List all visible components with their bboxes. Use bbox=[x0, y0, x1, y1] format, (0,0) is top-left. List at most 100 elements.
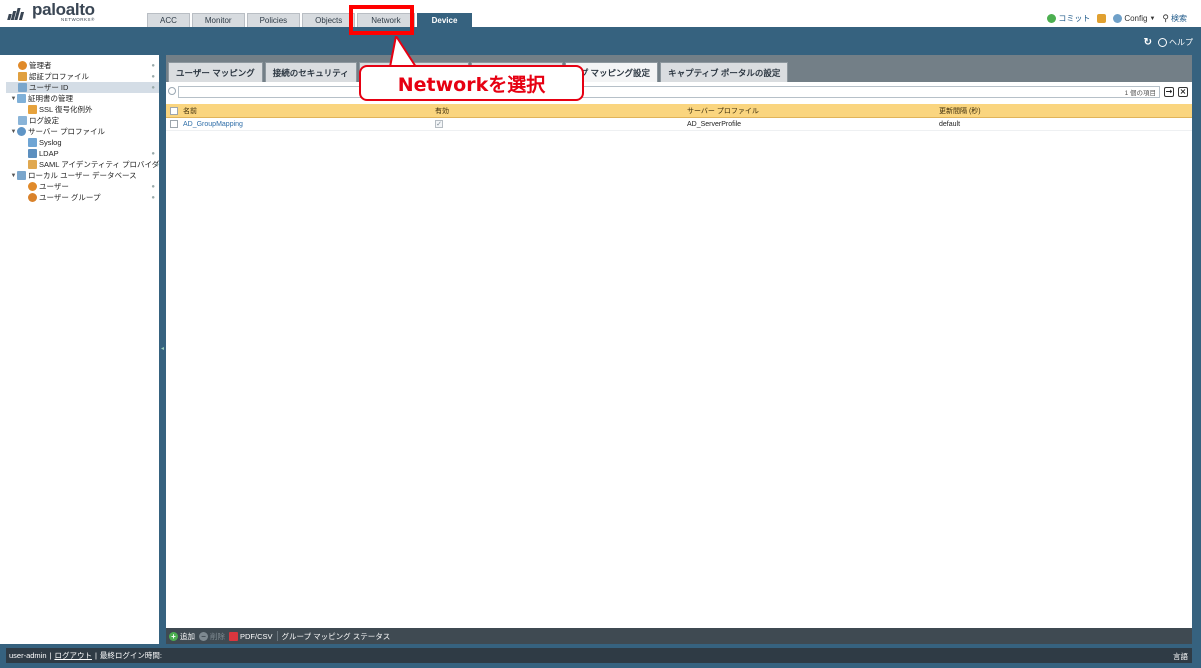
search-icon: ⚲ bbox=[1162, 13, 1169, 23]
current-user: user-admin bbox=[9, 651, 47, 660]
expand-caret-icon[interactable]: ▼ bbox=[10, 129, 17, 135]
sidebar-item-label: サーバー プロファイル bbox=[28, 127, 106, 136]
plus-icon: + bbox=[169, 631, 178, 641]
tab-monitor[interactable]: Monitor bbox=[191, 13, 245, 27]
config-icon bbox=[1113, 14, 1123, 23]
select-all-checkbox[interactable] bbox=[170, 106, 178, 115]
sidebar-item-label: ログ設定 bbox=[29, 116, 59, 125]
sidebar-item-log-settings[interactable]: ログ設定 bbox=[6, 115, 159, 126]
user-icon bbox=[28, 182, 37, 191]
column-header-enabled[interactable]: 有効 bbox=[435, 106, 687, 116]
apply-filter-icon[interactable]: → bbox=[1164, 87, 1174, 97]
sidebar-item-admin[interactable]: 管理者 ● bbox=[6, 60, 159, 71]
bullet-icon: ● bbox=[151, 62, 155, 69]
sidebar-item-cert-mgmt[interactable]: ▼ 証明書の管理 bbox=[6, 93, 159, 104]
user-group-icon bbox=[28, 193, 37, 202]
top-bar: paloalto NETWORKS® ACC Monitor Policies … bbox=[0, 0, 1201, 27]
refresh-icon[interactable]: ↻ bbox=[1144, 37, 1152, 48]
delete-label: 削除 bbox=[210, 631, 225, 641]
item-count: 1 個の項目 bbox=[1124, 90, 1156, 97]
tab-objects[interactable]: Objects bbox=[302, 13, 356, 27]
paloalto-logo: paloalto NETWORKS® bbox=[7, 0, 95, 23]
language-link[interactable]: 言語 bbox=[1173, 651, 1188, 662]
sidebar-item-server-profile[interactable]: ▼ サーバー プロファイル bbox=[6, 126, 159, 137]
certificate-icon bbox=[17, 94, 26, 103]
last-login: 最終ログイン時間: bbox=[99, 651, 163, 660]
commit-link[interactable]: コミット bbox=[1047, 13, 1090, 24]
sidebar-item-syslog[interactable]: Syslog bbox=[6, 137, 159, 148]
sidebar-item-saml[interactable]: SAML アイデンティティ プロバイダ ● bbox=[6, 159, 159, 170]
logout-link[interactable]: ログアウト bbox=[54, 650, 92, 661]
help-label: ヘルプ bbox=[1169, 38, 1193, 47]
status-label: グループ マッピング ステータス bbox=[281, 631, 391, 641]
user-id-icon bbox=[18, 83, 27, 92]
add-button[interactable]: + 追加 bbox=[169, 631, 195, 642]
sidebar-item-auth-profile[interactable]: 認証プロファイル ● bbox=[6, 71, 159, 82]
bullet-icon: ● bbox=[151, 73, 155, 80]
sidebar-item-user[interactable]: ユーザー ● bbox=[6, 181, 159, 192]
tab-device[interactable]: Device bbox=[416, 13, 473, 27]
server-profile-cell: AD_ServerProfile bbox=[687, 120, 742, 128]
tab-user-mapping[interactable]: ユーザー マッピング bbox=[168, 62, 263, 82]
tab-connection-security[interactable]: 接続のセキュリティ bbox=[264, 62, 357, 82]
sidebar-item-ssl-exception[interactable]: SSL 復号化例外 bbox=[6, 104, 159, 115]
sidebar-item-label: ユーザー bbox=[39, 182, 69, 191]
sidebar-item-label: 認証プロファイル bbox=[29, 72, 89, 81]
help-icon bbox=[1158, 38, 1167, 47]
filter-row: 1 個の項目 → × bbox=[166, 84, 1192, 100]
clear-filter-icon[interactable]: × bbox=[1178, 87, 1188, 97]
filter-search-icon bbox=[168, 87, 176, 95]
sidebar-item-label: ユーザー グループ bbox=[39, 193, 101, 202]
lock-link[interactable] bbox=[1097, 14, 1107, 23]
export-label: PDF/CSV bbox=[240, 631, 273, 641]
status-bar: user-admin | ログアウト | 最終ログイン時間: 言語 bbox=[6, 648, 1192, 663]
delete-button[interactable]: − 削除 bbox=[199, 631, 225, 642]
group-mapping-status-button[interactable]: グループ マッピング ステータス bbox=[282, 631, 391, 642]
add-label: 追加 bbox=[180, 631, 195, 641]
column-header-name[interactable]: 名前 bbox=[183, 106, 435, 116]
filter-input[interactable]: 1 個の項目 bbox=[178, 86, 1160, 98]
bullet-icon: ● bbox=[151, 183, 155, 190]
group-mapping-table: 名前 有効 サーバー プロファイル 更新間隔 (秒) AD_GroupMappi… bbox=[166, 104, 1192, 131]
sidebar-item-user-id[interactable]: ユーザー ID ● bbox=[6, 82, 159, 93]
help-link[interactable]: ヘルプ bbox=[1158, 37, 1193, 48]
table-row[interactable]: AD_GroupMapping ✓ AD_ServerProfile defau… bbox=[166, 118, 1192, 131]
export-button[interactable]: PDF/CSV bbox=[229, 631, 273, 641]
sidebar-item-user-group[interactable]: ユーザー グループ ● bbox=[6, 192, 159, 203]
annotation-callout: Networkを選択 bbox=[359, 65, 584, 101]
sidebar-item-local-db[interactable]: ▼ ローカル ユーザー データベース bbox=[6, 170, 159, 181]
group-mapping-link[interactable]: AD_GroupMapping bbox=[183, 121, 243, 128]
commit-label: コミット bbox=[1058, 14, 1091, 23]
expand-caret-icon[interactable]: ▼ bbox=[10, 96, 17, 102]
ldap-icon bbox=[28, 149, 37, 158]
minus-icon: − bbox=[199, 631, 208, 641]
splitter-handle-icon[interactable]: ◂ bbox=[161, 345, 164, 353]
sidebar-item-label: Syslog bbox=[39, 138, 62, 147]
interval-cell: default bbox=[939, 120, 961, 128]
ssl-exception-icon bbox=[28, 105, 37, 114]
sidebar-item-label: LDAP bbox=[39, 149, 59, 158]
pdf-csv-icon bbox=[229, 631, 238, 641]
sidebar-item-ldap[interactable]: LDAP ● bbox=[6, 148, 159, 159]
config-menu[interactable]: Config ▼ bbox=[1113, 14, 1155, 23]
expand-caret-icon[interactable]: ▼ bbox=[10, 173, 17, 179]
band-actions: ↻ ヘルプ bbox=[1144, 37, 1193, 48]
tab-captive-portal[interactable]: キャプティブ ポータルの設定 bbox=[660, 62, 789, 82]
top-right-actions: コミット Config ▼ ⚲ 検索 bbox=[1047, 13, 1187, 24]
bullet-icon: ● bbox=[151, 194, 155, 201]
right-frame bbox=[1192, 55, 1201, 644]
server-profile-icon bbox=[17, 127, 26, 136]
row-checkbox[interactable] bbox=[170, 120, 178, 128]
search-link[interactable]: ⚲ 検索 bbox=[1162, 13, 1187, 24]
column-header-interval[interactable]: 更新間隔 (秒) bbox=[939, 106, 1189, 116]
column-header-server-profile[interactable]: サーバー プロファイル bbox=[687, 106, 939, 116]
sidebar-item-label: 管理者 bbox=[29, 61, 52, 70]
local-db-icon bbox=[17, 171, 26, 180]
tab-acc[interactable]: ACC bbox=[147, 13, 190, 27]
logo-name: paloalto bbox=[32, 0, 95, 19]
tab-policies[interactable]: Policies bbox=[246, 13, 301, 27]
bullet-icon: ● bbox=[151, 84, 155, 91]
search-label: 検索 bbox=[1171, 14, 1187, 23]
main-tabs: ACC Monitor Policies Objects Network Dev… bbox=[147, 13, 473, 27]
logo-subtitle: NETWORKS® bbox=[60, 17, 95, 22]
